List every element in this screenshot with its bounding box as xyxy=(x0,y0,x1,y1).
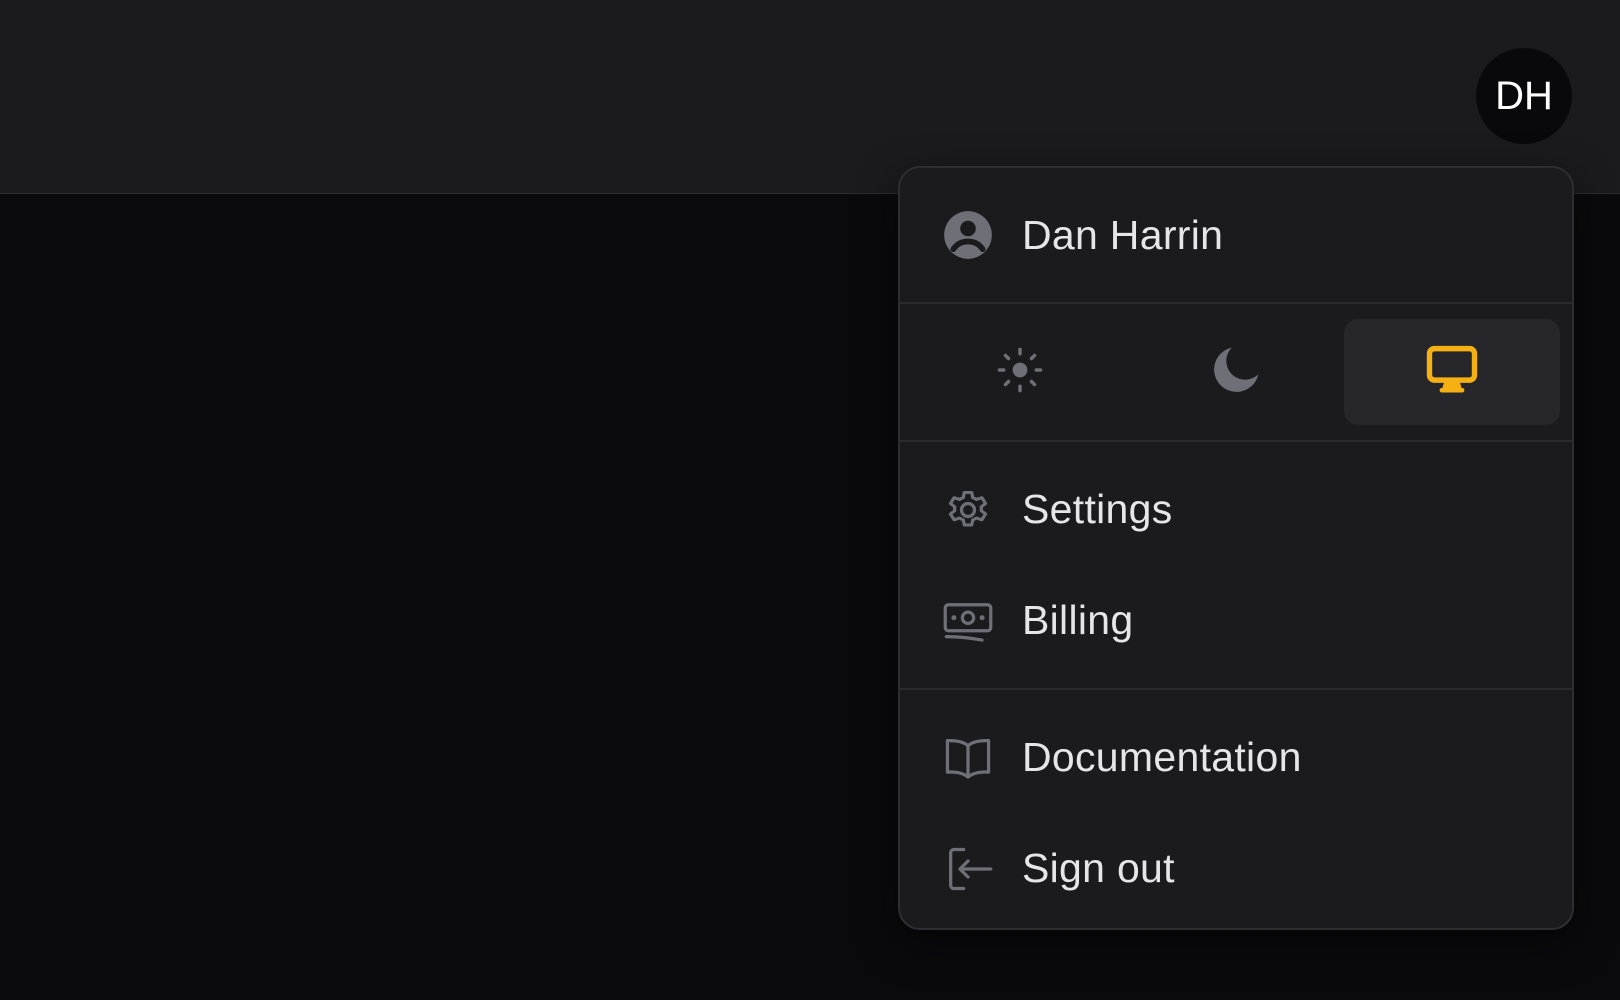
user-dropdown-menu: Dan Harrin Settings Billing Documentatio… xyxy=(898,166,1574,930)
menu-item-billing[interactable]: Billing xyxy=(900,565,1572,676)
help-section: Documentation Sign out xyxy=(900,690,1572,924)
sun-icon xyxy=(994,344,1046,401)
page: DH Dan Harrin Settings Billing Documenta… xyxy=(0,0,1620,1000)
user-avatar-button[interactable]: DH xyxy=(1476,48,1572,144)
gear-icon xyxy=(942,484,994,536)
moon-icon xyxy=(1208,342,1264,403)
topbar: DH xyxy=(0,0,1620,194)
theme-switcher xyxy=(900,304,1572,440)
sign-out-icon xyxy=(942,843,994,895)
theme-section xyxy=(900,304,1572,442)
user-circle-icon xyxy=(942,209,994,261)
menu-item-label: Settings xyxy=(1022,486,1173,532)
user-name: Dan Harrin xyxy=(1022,211,1224,258)
avatar-initials: DH xyxy=(1495,73,1553,118)
theme-light-button[interactable] xyxy=(912,319,1128,425)
theme-dark-button[interactable] xyxy=(1128,319,1344,425)
menu-item-label: Documentation xyxy=(1022,734,1302,780)
book-open-icon xyxy=(942,732,994,784)
theme-system-button[interactable] xyxy=(1344,319,1560,425)
menu-item-label: Billing xyxy=(1022,597,1134,643)
user-row: Dan Harrin xyxy=(900,168,1572,302)
account-section: Settings Billing xyxy=(900,442,1572,690)
banknotes-icon xyxy=(942,595,994,647)
menu-item-label: Sign out xyxy=(1022,845,1175,891)
user-section: Dan Harrin xyxy=(900,168,1572,304)
menu-item-sign-out[interactable]: Sign out xyxy=(900,813,1572,924)
computer-desktop-icon xyxy=(1425,343,1479,402)
menu-item-documentation[interactable]: Documentation xyxy=(900,702,1572,813)
menu-item-settings[interactable]: Settings xyxy=(900,454,1572,565)
